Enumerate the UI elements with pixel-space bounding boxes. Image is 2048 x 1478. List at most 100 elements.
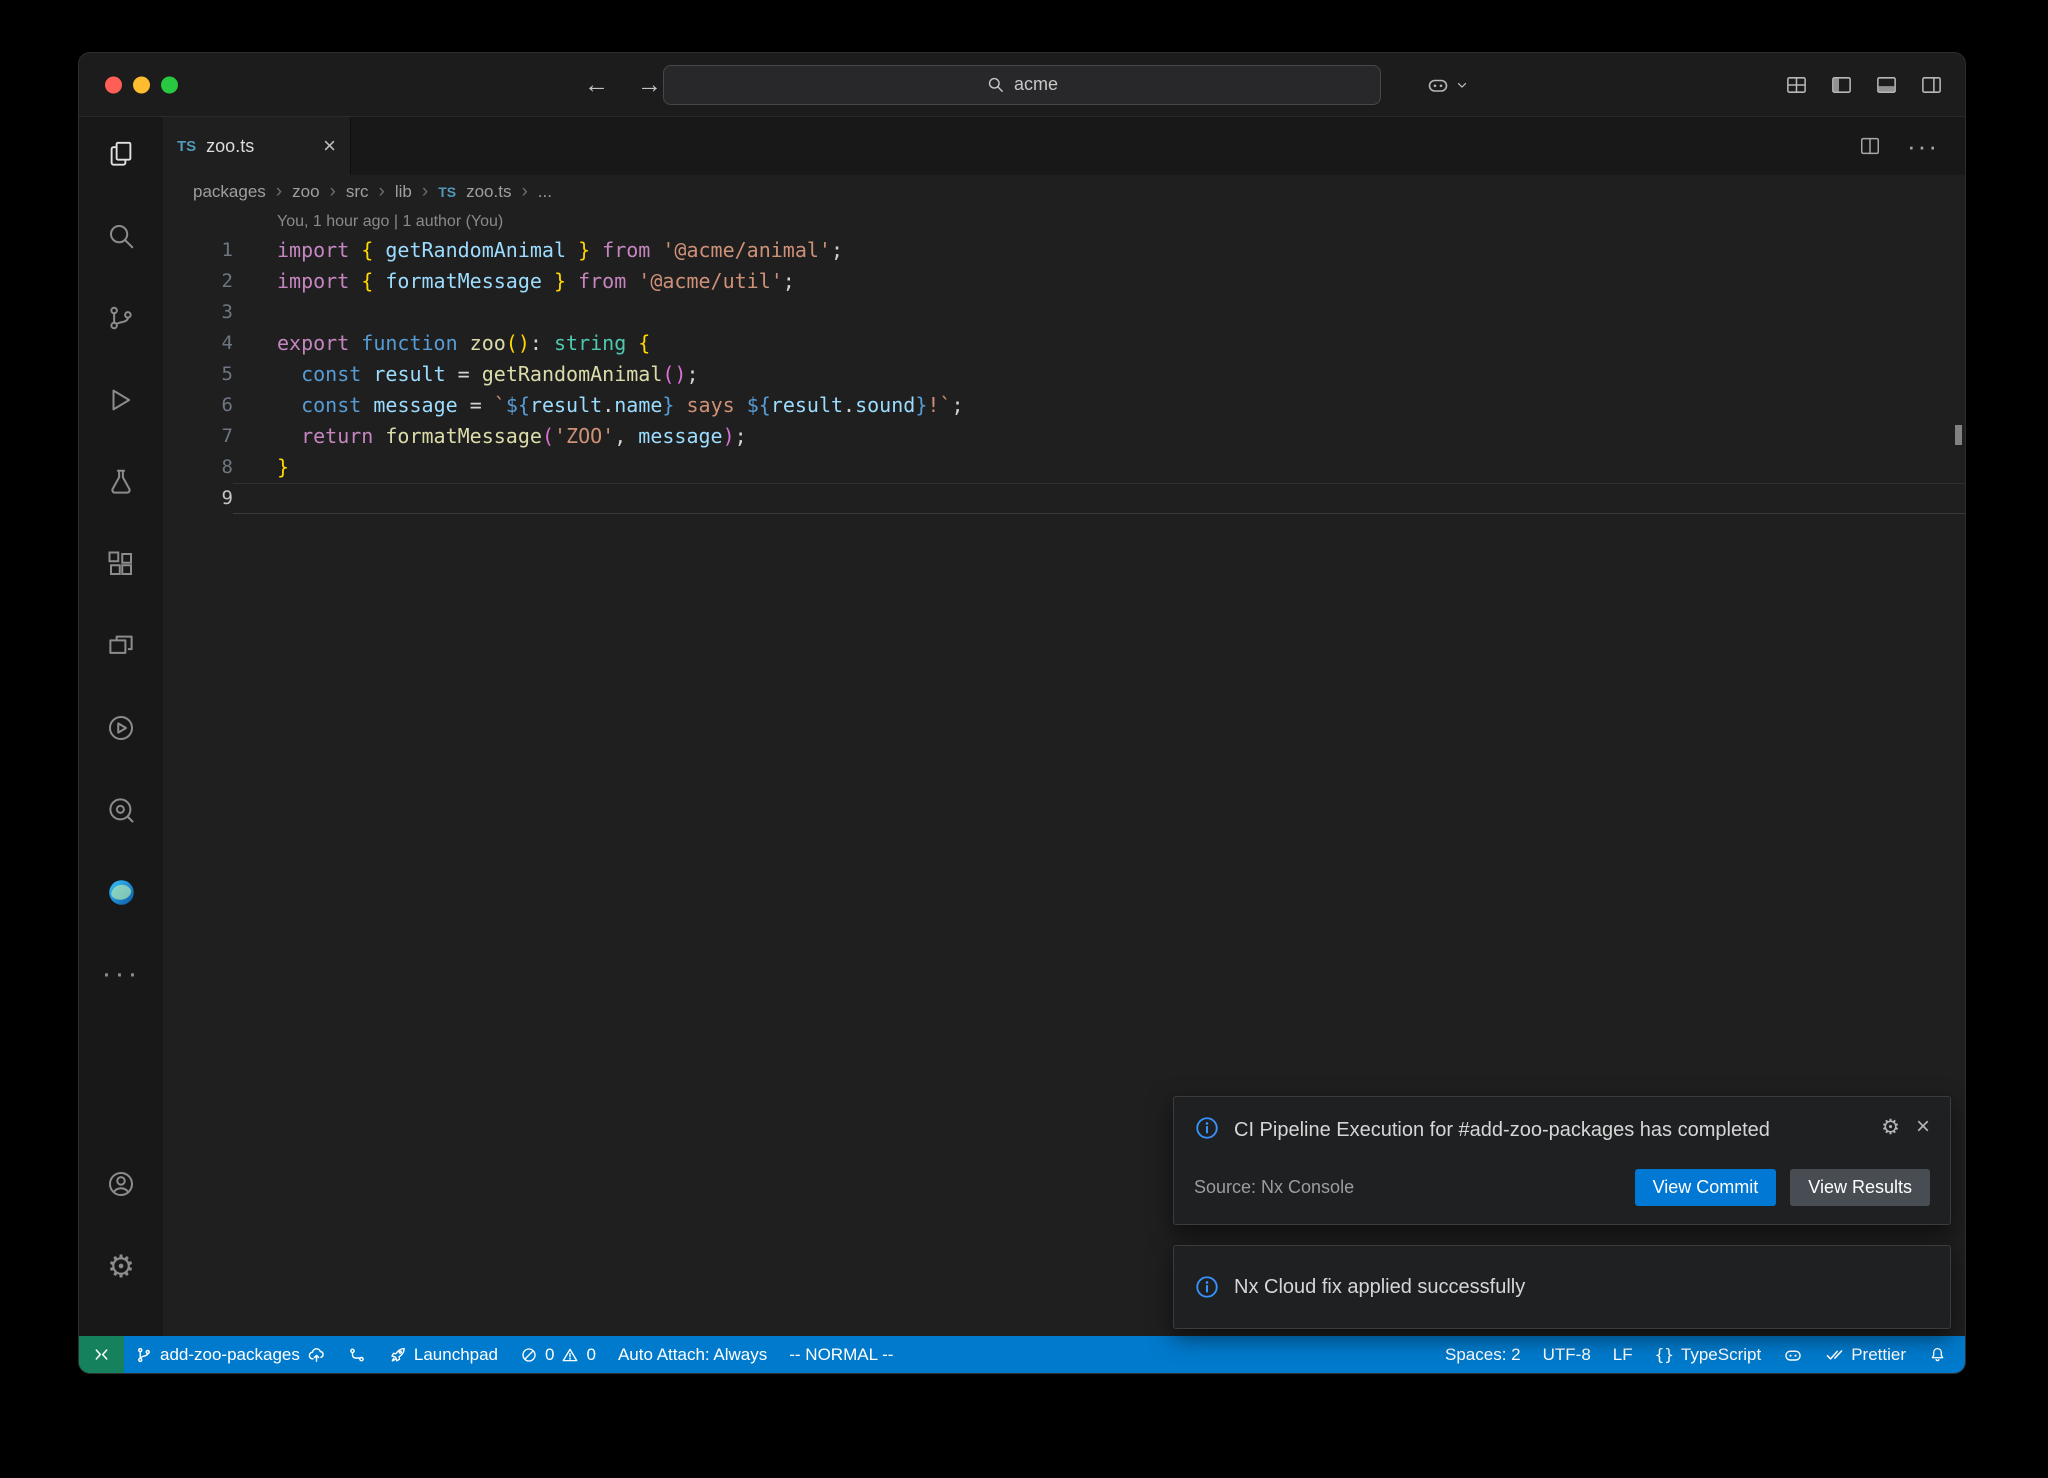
view-commit-button[interactable]: View Commit — [1635, 1169, 1777, 1206]
problems-status[interactable]: 0 0 — [509, 1336, 607, 1373]
remote-icon — [92, 1345, 111, 1364]
typescript-file-icon: TS — [177, 138, 196, 155]
notification-message: Nx Cloud fix applied successfully — [1234, 1272, 1525, 1302]
forward-button[interactable]: → — [637, 72, 662, 97]
code-line-7[interactable]: 7 return formatMessage('ZOO', message); — [163, 421, 1965, 452]
git-graph-status[interactable] — [337, 1336, 377, 1373]
view-results-button[interactable]: View Results — [1790, 1169, 1930, 1206]
extensions-activity-button[interactable] — [93, 536, 149, 592]
eol-status[interactable]: LF — [1602, 1336, 1644, 1373]
remote-explorer-activity-button[interactable] — [93, 618, 149, 674]
vim-mode-status[interactable]: -- NORMAL -- — [778, 1336, 904, 1373]
breadcrumb-item[interactable]: src — [346, 182, 369, 202]
line-number: 5 — [163, 359, 233, 390]
customize-layout-icon[interactable] — [1785, 73, 1808, 96]
breadcrumb-overflow[interactable]: ... — [538, 182, 552, 202]
code-line-9[interactable]: 9 — [163, 483, 1965, 514]
status-bar: add-zoo-packages Launchpad — [79, 1336, 1965, 1373]
tab-bar: TS zoo.ts × ··· — [163, 117, 1965, 175]
codelens-blame[interactable]: You, 1 hour ago | 1 author (You) — [277, 209, 1965, 235]
remote-indicator[interactable] — [79, 1336, 124, 1373]
notification-ci-pipeline: CI Pipeline Execution for #add-zoo-packa… — [1173, 1096, 1951, 1225]
breadcrumb-item[interactable]: zoo — [292, 182, 319, 202]
line-number: 8 — [163, 452, 233, 483]
code-line-4[interactable]: 4export function zoo(): string { — [163, 328, 1965, 359]
double-check-icon — [1825, 1345, 1844, 1364]
chevron-right-icon: › — [521, 181, 527, 203]
beaker-icon — [106, 467, 136, 497]
encoding-status[interactable]: UTF-8 — [1532, 1336, 1602, 1373]
chevron-right-icon: › — [330, 181, 336, 203]
window-controls — [105, 76, 178, 93]
accounts-button[interactable] — [93, 1156, 149, 1212]
zoom-window-button[interactable] — [161, 76, 178, 93]
search-activity-button[interactable] — [93, 208, 149, 264]
code-line-5[interactable]: 5 const result = getRandomAnimal(); — [163, 359, 1965, 390]
files-icon — [106, 139, 136, 169]
play-circle-icon — [106, 713, 136, 743]
toggle-primary-sidebar-icon[interactable] — [1830, 73, 1853, 96]
indentation-status[interactable]: Spaces: 2 — [1434, 1336, 1532, 1373]
settings-button[interactable]: ⚙ — [93, 1238, 149, 1294]
ellipsis-icon: ··· — [102, 959, 141, 989]
toggle-panel-icon[interactable] — [1875, 73, 1898, 96]
info-icon — [1194, 1274, 1220, 1300]
run-circle-activity-button[interactable] — [93, 700, 149, 756]
close-tab-icon[interactable]: × — [323, 135, 336, 157]
code-line-1[interactable]: 1import { getRandomAnimal } from '@acme/… — [163, 235, 1965, 266]
statusbar-right: Spaces: 2 UTF-8 LF {} TypeScript — [1434, 1336, 1965, 1373]
info-icon — [1194, 1115, 1220, 1141]
edge-browser-activity-button[interactable] — [93, 864, 149, 920]
more-actions-icon[interactable]: ··· — [1907, 133, 1939, 159]
command-center-search[interactable]: acme — [663, 65, 1381, 105]
code-line-2[interactable]: 2import { formatMessage } from '@acme/ut… — [163, 266, 1965, 297]
breadcrumb-item[interactable]: lib — [395, 182, 412, 202]
run-debug-activity-button[interactable] — [93, 372, 149, 428]
more-views-button[interactable]: ··· — [93, 946, 149, 1002]
vim-mode-label: -- NORMAL -- — [789, 1345, 893, 1365]
line-number: 1 — [163, 235, 233, 266]
notification-close-icon[interactable]: × — [1916, 1115, 1930, 1139]
breadcrumb-item-file[interactable]: zoo.ts — [466, 182, 511, 202]
encoding-label: UTF-8 — [1543, 1345, 1591, 1365]
launchpad-status[interactable]: Launchpad — [377, 1336, 509, 1373]
copilot-icon — [1426, 73, 1450, 97]
back-button[interactable]: ← — [584, 72, 609, 97]
language-mode-status[interactable]: {} TypeScript — [1644, 1336, 1773, 1373]
git-branch-icon — [106, 303, 136, 333]
search-icon — [106, 221, 136, 251]
minimize-window-button[interactable] — [133, 76, 150, 93]
tab-zoo-ts[interactable]: TS zoo.ts × — [163, 117, 351, 175]
code-line-3[interactable]: 3 — [163, 297, 1965, 328]
code-line-8[interactable]: 8} — [163, 452, 1965, 483]
close-window-button[interactable] — [105, 76, 122, 93]
branch-name: add-zoo-packages — [160, 1345, 300, 1365]
copilot-status[interactable] — [1772, 1336, 1814, 1373]
source-control-activity-button[interactable] — [93, 290, 149, 346]
line-number: 4 — [163, 328, 233, 359]
explorer-activity-button[interactable] — [93, 126, 149, 182]
code-line-6[interactable]: 6 const message = `${result.name} says $… — [163, 390, 1965, 421]
copilot-menu[interactable] — [1426, 73, 1469, 97]
branch-status[interactable]: add-zoo-packages — [124, 1336, 337, 1373]
toggle-secondary-sidebar-icon[interactable] — [1920, 73, 1943, 96]
chevron-right-icon: › — [379, 181, 385, 203]
notification-settings-icon[interactable]: ⚙ — [1881, 1117, 1900, 1138]
eol-label: LF — [1613, 1345, 1633, 1365]
testing-activity-button[interactable] — [93, 454, 149, 510]
notification-toasts: CI Pipeline Execution for #add-zoo-packa… — [1173, 1096, 1951, 1329]
chevron-down-icon — [1455, 78, 1469, 92]
line-number: 6 — [163, 390, 233, 421]
line-number: 9 — [163, 483, 233, 514]
cloud-upload-icon — [307, 1345, 326, 1364]
git-graph-icon — [348, 1346, 366, 1364]
auto-attach-label: Auto Attach: Always — [618, 1345, 767, 1365]
formatter-status[interactable]: Prettier — [1814, 1336, 1917, 1373]
inspect-circle-icon — [106, 795, 136, 825]
account-icon — [106, 1169, 136, 1199]
split-editor-icon[interactable] — [1859, 135, 1881, 157]
inspect-activity-button[interactable] — [93, 782, 149, 838]
breadcrumb-item[interactable]: packages — [193, 182, 266, 202]
auto-attach-status[interactable]: Auto Attach: Always — [607, 1336, 778, 1373]
notifications-bell[interactable] — [1917, 1336, 1965, 1373]
